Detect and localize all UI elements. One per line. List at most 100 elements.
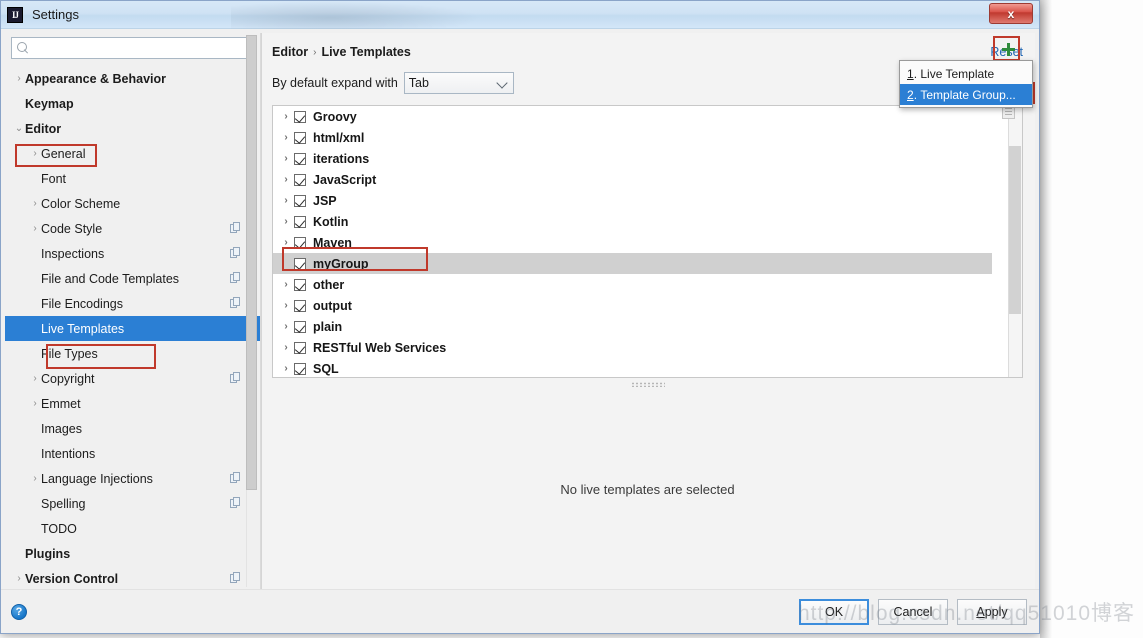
template-group-row[interactable]: › JSP [273, 190, 1022, 211]
apply-button[interactable]: Apply [957, 598, 1027, 625]
copy-settings-icon[interactable] [230, 222, 241, 234]
chevron-down-icon[interactable]: ⌄ [13, 123, 25, 134]
chevron-right-icon[interactable]: › [29, 223, 41, 234]
template-group-row[interactable]: › Maven [273, 232, 1022, 253]
template-group-row[interactable]: › iterations [273, 148, 1022, 169]
sidebar-item-code-style[interactable]: › Code Style [5, 216, 261, 241]
template-group-row[interactable]: › Groovy [273, 106, 1022, 127]
sidebar-item-plugins[interactable]: Plugins [5, 541, 261, 566]
chevron-right-icon[interactable]: › [278, 132, 294, 143]
copy-settings-icon[interactable] [230, 472, 241, 484]
template-group-checkbox[interactable] [294, 173, 306, 186]
chevron-right-icon[interactable]: › [278, 153, 294, 164]
sidebar-item-images[interactable]: Images [5, 416, 261, 441]
expand-with-select[interactable]: Tab [403, 72, 514, 94]
splitter[interactable] [272, 378, 1023, 390]
cancel-button[interactable]: Cancel [878, 598, 948, 625]
chevron-right-icon[interactable]: › [278, 321, 294, 332]
chevron-right-icon[interactable]: › [29, 148, 41, 159]
template-group-checkbox[interactable] [294, 236, 306, 249]
chevron-right-icon[interactable]: › [278, 279, 294, 290]
template-group-row[interactable]: › plain [273, 316, 1022, 337]
chevron-right-icon[interactable]: › [278, 174, 294, 185]
template-group-checkbox[interactable] [294, 257, 306, 270]
chevron-right-icon[interactable]: › [13, 73, 25, 84]
template-group-row[interactable]: › JavaScript [273, 169, 1022, 190]
chevron-right-icon[interactable]: › [29, 373, 41, 384]
chevron-right-icon[interactable]: › [278, 363, 294, 374]
search-container [5, 33, 261, 63]
chevron-right-icon[interactable]: › [278, 111, 294, 122]
copy-settings-icon[interactable] [230, 272, 241, 284]
template-group-checkbox[interactable] [294, 278, 306, 291]
sidebar-item-file-types[interactable]: File Types [5, 341, 261, 366]
copy-settings-icon[interactable] [230, 247, 241, 259]
sidebar-item-inspections[interactable]: Inspections [5, 241, 261, 266]
template-group-row[interactable]: › other [273, 274, 1022, 295]
sidebar-item-copyright[interactable]: › Copyright [5, 366, 261, 391]
template-group-checkbox[interactable] [294, 110, 306, 123]
sidebar-item-font[interactable]: Font [5, 166, 261, 191]
sidebar-item-todo[interactable]: TODO [5, 516, 261, 541]
sidebar-item-live-templates[interactable]: Live Templates [5, 316, 261, 341]
chevron-right-icon[interactable]: › [29, 398, 41, 409]
template-group-checkbox[interactable] [294, 341, 306, 354]
template-group-row[interactable]: › SQL [273, 358, 1022, 377]
copy-settings-icon[interactable] [230, 372, 241, 384]
template-group-checkbox[interactable] [294, 362, 306, 375]
template-group-checkbox[interactable] [294, 131, 306, 144]
sidebar-item-file-encodings[interactable]: File Encodings [5, 291, 261, 316]
chevron-right-icon[interactable]: › [278, 300, 294, 311]
template-group-row[interactable]: myGroup [273, 253, 1022, 274]
sidebar-item-keymap[interactable]: Keymap [5, 91, 261, 116]
template-groups-list[interactable]: › Groovy › html/xml › iterations › JavaScript › J… [272, 105, 1023, 378]
template-group-label: Groovy [313, 109, 357, 124]
chevron-right-icon[interactable]: › [278, 195, 294, 206]
sidebar-item-emmet[interactable]: › Emmet [5, 391, 261, 416]
template-group-checkbox[interactable] [294, 215, 306, 228]
sidebar-item-color-scheme[interactable]: › Color Scheme [5, 191, 261, 216]
help-icon[interactable]: ? [11, 603, 27, 620]
add-template-button[interactable] [998, 39, 1018, 59]
sidebar-item-file-and-code-templates[interactable]: File and Code Templates [5, 266, 261, 291]
copy-settings-icon[interactable] [230, 297, 241, 309]
add-menu-item-template-group[interactable]: 2. Template Group... [900, 84, 1032, 105]
sidebar-scrollbar-thumb[interactable] [246, 35, 257, 490]
template-group-row[interactable]: › output [273, 295, 1022, 316]
template-group-checkbox[interactable] [294, 194, 306, 207]
ok-button[interactable]: OK [799, 598, 869, 625]
add-template-menu[interactable]: 1. Live Template 2. Template Group... [899, 60, 1033, 108]
chevron-right-icon[interactable]: › [278, 216, 294, 227]
chevron-right-icon[interactable]: › [29, 473, 41, 484]
search-box[interactable] [11, 37, 255, 59]
template-group-row[interactable]: › html/xml [273, 127, 1022, 148]
sidebar-item-appearance-behavior[interactable]: › Appearance & Behavior [5, 66, 261, 91]
breadcrumb-parent[interactable]: Editor [272, 45, 308, 59]
template-group-checkbox[interactable] [294, 152, 306, 165]
sidebar-item-spelling[interactable]: Spelling [5, 491, 261, 516]
dialog-body: › Appearance & Behavior Keymap ⌄ Editor › Gene… [1, 29, 1039, 589]
search-input[interactable] [30, 40, 249, 56]
sidebar-item-editor[interactable]: ⌄ Editor [5, 116, 261, 141]
chevron-right-icon[interactable]: › [278, 342, 294, 353]
sidebar-item-intentions[interactable]: Intentions [5, 441, 261, 466]
add-menu-item-live-template[interactable]: 1. Live Template [900, 63, 1032, 84]
close-button[interactable]: x [989, 3, 1033, 24]
sidebar-item-general[interactable]: › General [5, 141, 261, 166]
template-group-row[interactable]: › RESTful Web Services [273, 337, 1022, 358]
menu-item-dot: . [913, 66, 921, 81]
copy-settings-icon[interactable] [230, 572, 241, 584]
template-group-row[interactable]: › Kotlin [273, 211, 1022, 232]
chevron-right-icon[interactable]: › [278, 237, 294, 248]
sidebar-item-language-injections[interactable]: › Language Injections [5, 466, 261, 491]
sidebar-item-version-control[interactable]: › Version Control [5, 566, 261, 589]
template-group-label: SQL [313, 361, 339, 376]
chevron-right-icon[interactable]: › [13, 573, 25, 584]
sidebar-item-label: Spelling [41, 496, 86, 511]
template-group-checkbox[interactable] [294, 320, 306, 333]
chevron-right-icon[interactable]: › [29, 198, 41, 209]
list-scrollbar-thumb[interactable] [1009, 146, 1021, 314]
copy-settings-icon[interactable] [230, 497, 241, 509]
settings-tree[interactable]: › Appearance & Behavior Keymap ⌄ Editor › Gene… [5, 63, 261, 589]
template-group-checkbox[interactable] [294, 299, 306, 312]
